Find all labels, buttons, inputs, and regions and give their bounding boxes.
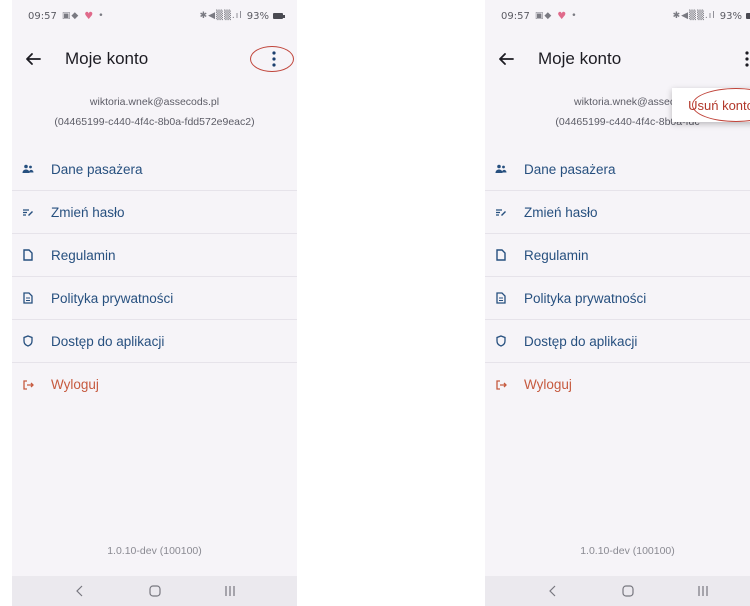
menu-item-app-access[interactable]: Dostęp do aplikacji — [485, 320, 750, 363]
battery-level: 93% — [246, 10, 269, 22]
menu-item-passenger-data[interactable]: Dane pasażera — [485, 148, 750, 191]
delete-account-menu-item[interactable]: Usuń konto — [672, 88, 750, 122]
system-nav-bar — [485, 576, 750, 606]
document-icon — [495, 249, 507, 261]
dot-icon: • — [571, 11, 578, 21]
menu-item-terms[interactable]: Regulamin — [12, 234, 297, 277]
logout-icon — [495, 379, 507, 391]
menu-label: Dostęp do aplikacji — [524, 333, 638, 349]
app-bar: Moje konto — [12, 40, 297, 78]
account-menu: Dane pasażera Zmień hasło Regulamin Poli… — [485, 148, 750, 406]
logout-icon — [22, 379, 34, 391]
menu-label: Zmień hasło — [524, 204, 598, 220]
policy-icon — [495, 292, 507, 304]
account-id: (04465199-c440-4f4c-8b0a-fdd572e9eac2) — [54, 116, 255, 128]
battery-icon — [746, 13, 750, 19]
menu-item-change-password[interactable]: Zmień hasło — [485, 191, 750, 234]
menu-item-passenger-data[interactable]: Dane pasażera — [12, 148, 297, 191]
menu-item-privacy-policy[interactable]: Polityka prywatności — [12, 277, 297, 320]
shield-icon — [495, 335, 507, 347]
menu-item-change-password[interactable]: Zmień hasło — [12, 191, 297, 234]
status-bar: 09:57 ▣◆ ♥ • ✱◀▒▒.ıl 93% — [485, 0, 750, 32]
menu-label: Dane pasażera — [51, 161, 143, 177]
signal-icons: ✱◀▒▒.ıl — [199, 11, 243, 21]
menu-label: Dane pasażera — [524, 161, 616, 177]
menu-label: Dostęp do aplikacji — [51, 333, 165, 349]
document-icon — [22, 249, 34, 261]
system-nav-bar — [12, 576, 297, 606]
heart-icon: ♥ — [84, 10, 94, 22]
nav-recents-icon[interactable] — [693, 582, 713, 600]
page-title: Moje konto — [538, 49, 622, 68]
menu-item-logout[interactable]: Wyloguj — [485, 363, 750, 406]
menu-item-terms[interactable]: Regulamin — [485, 234, 750, 277]
app-version: 1.0.10-dev (100100) — [580, 545, 675, 557]
menu-label: Polityka prywatności — [524, 290, 647, 306]
page-title: Moje konto — [65, 49, 149, 68]
battery-level: 93% — [719, 10, 742, 22]
back-arrow-icon[interactable] — [495, 48, 517, 70]
signal-icons: ✱◀▒▒.ıl — [672, 11, 716, 21]
phone-screen-account-menu-open: 09:57 ▣◆ ♥ • ✱◀▒▒.ıl 93% Moje konto wikt… — [485, 0, 750, 606]
password-icon — [22, 206, 34, 218]
app-bar: Moje konto — [485, 40, 750, 78]
account-email: wiktoria.wnek@assecods.pl — [89, 96, 220, 108]
policy-icon — [22, 292, 34, 304]
nav-back-icon[interactable] — [543, 582, 563, 600]
dot-icon: • — [98, 11, 105, 21]
people-icon — [22, 163, 34, 175]
phone-screen-account: 09:57 ▣◆ ♥ • ✱◀▒▒.ıl 93% Moje konto wikt… — [12, 0, 297, 606]
menu-label: Wyloguj — [51, 377, 99, 392]
account-menu: Dane pasażera Zmień hasło Regulamin Poli… — [12, 148, 297, 406]
status-time: 09:57 — [28, 10, 57, 22]
nav-back-icon[interactable] — [70, 582, 90, 600]
nav-home-icon[interactable] — [145, 582, 165, 600]
menu-item-app-access[interactable]: Dostęp do aplikacji — [12, 320, 297, 363]
people-icon — [495, 163, 507, 175]
nav-recents-icon[interactable] — [220, 582, 240, 600]
status-bar: 09:57 ▣◆ ♥ • ✱◀▒▒.ıl 93% — [12, 0, 297, 32]
back-arrow-icon[interactable] — [22, 48, 44, 70]
menu-label: Polityka prywatności — [51, 290, 174, 306]
nav-home-icon[interactable] — [618, 582, 638, 600]
password-icon — [495, 206, 507, 218]
shield-icon — [22, 335, 34, 347]
battery-icon — [273, 13, 285, 19]
menu-label: Zmień hasło — [51, 204, 125, 220]
menu-label: Wyloguj — [524, 377, 572, 392]
status-time: 09:57 — [501, 10, 530, 22]
notification-icons: ▣◆ — [61, 11, 80, 21]
app-version: 1.0.10-dev (100100) — [107, 545, 202, 557]
more-options-icon[interactable] — [261, 46, 287, 72]
delete-account-label: Usuń konto — [688, 97, 750, 113]
heart-icon: ♥ — [557, 10, 567, 22]
account-info: wiktoria.wnek@assecods.pl (04465199-c440… — [12, 92, 297, 132]
menu-label: Regulamin — [524, 247, 589, 263]
menu-item-privacy-policy[interactable]: Polityka prywatności — [485, 277, 750, 320]
more-options-icon[interactable] — [734, 46, 750, 72]
notification-icons: ▣◆ — [534, 11, 553, 21]
menu-item-logout[interactable]: Wyloguj — [12, 363, 297, 406]
menu-label: Regulamin — [51, 247, 116, 263]
